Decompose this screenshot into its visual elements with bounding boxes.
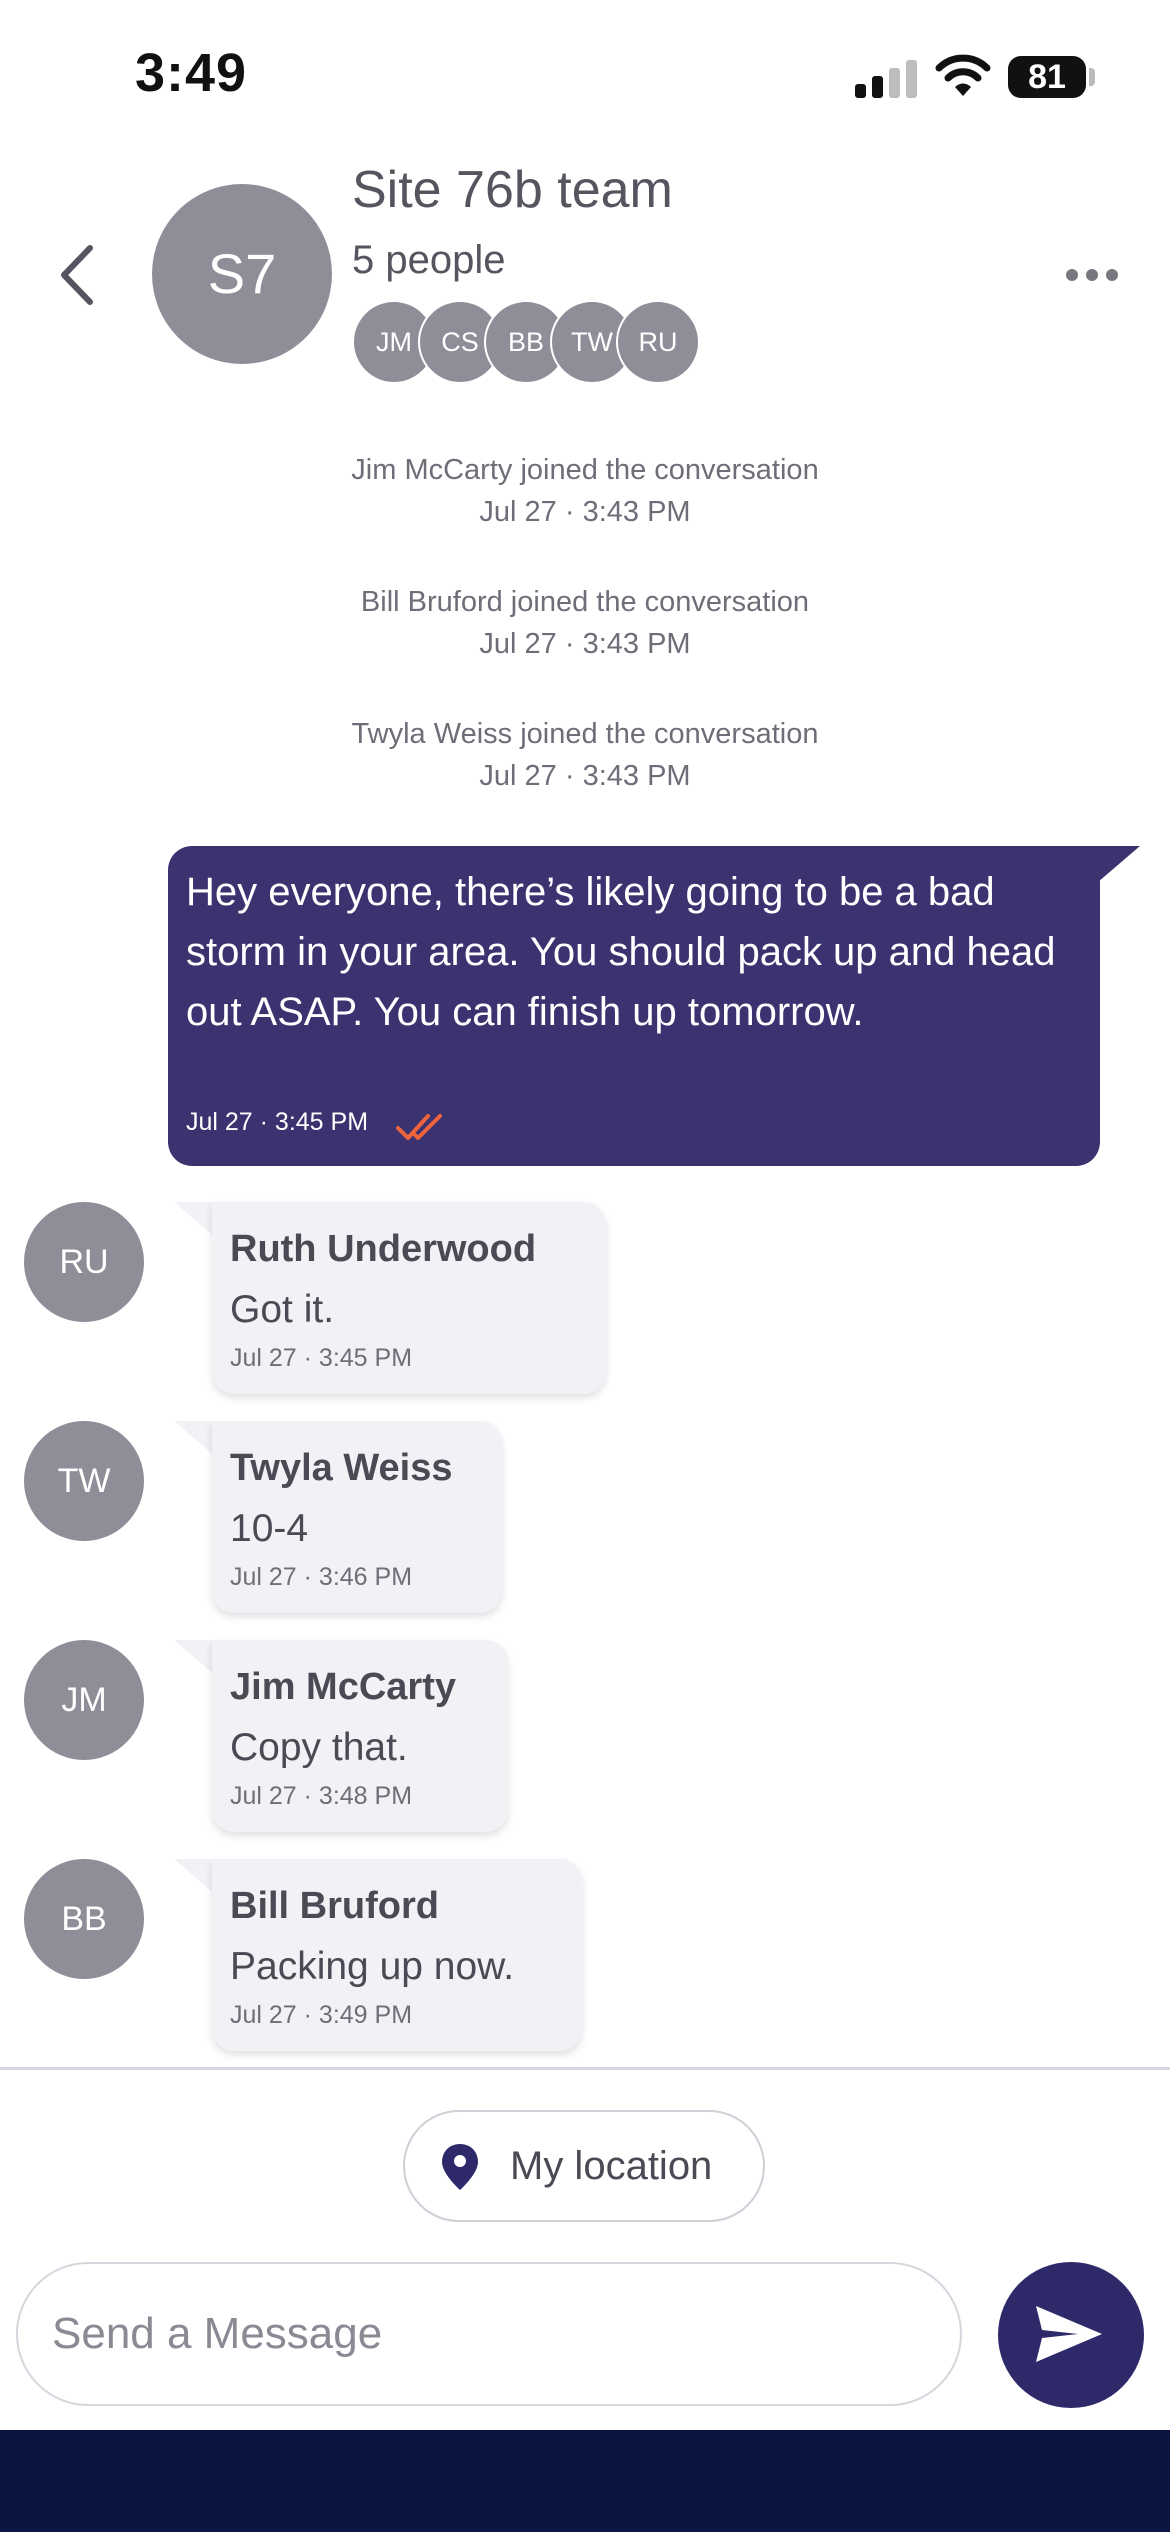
- message-text: Packing up now.: [230, 1945, 515, 1988]
- sender-avatar[interactable]: RU: [24, 1202, 144, 1322]
- send-icon: [1036, 2306, 1102, 2362]
- system-event: Twyla Weiss joined the conversation Jul …: [0, 713, 1170, 797]
- event-text: Twyla Weiss joined the conversation: [351, 718, 819, 750]
- location-button-label: My location: [510, 2144, 713, 2188]
- bubble-tail: [174, 1640, 216, 1676]
- status-bar: 3:49 81: [0, 0, 1170, 150]
- back-chevron-icon[interactable]: [52, 240, 102, 310]
- sender-name: Ruth Underwood: [230, 1228, 537, 1270]
- member-avatar[interactable]: RU: [616, 300, 700, 384]
- bubble-tail: [174, 1421, 216, 1457]
- wifi-icon: [935, 54, 991, 96]
- bottom-bar: [0, 2430, 1170, 2532]
- message-time: Jul 27 · 3:48 PM: [230, 1782, 413, 1810]
- message-text: Copy that.: [230, 1726, 408, 1769]
- outgoing-message-text: Hey everyone, there’s likely going to be…: [186, 870, 1056, 1034]
- system-event: Jim McCarty joined the conversation Jul …: [0, 449, 1170, 533]
- sender-name: Bill Bruford: [230, 1885, 439, 1927]
- event-time: Jul 27 · 3:43 PM: [479, 628, 691, 660]
- event-time: Jul 27 · 3:43 PM: [479, 496, 691, 528]
- message-text: 10-4: [230, 1507, 309, 1550]
- system-event: Bill Bruford joined the conversation Jul…: [0, 581, 1170, 665]
- signal-icon: [855, 58, 917, 98]
- sender-avatar[interactable]: JM: [24, 1640, 144, 1760]
- bubble-tail: [174, 1202, 216, 1238]
- double-check-icon: [396, 1114, 442, 1140]
- sender-avatar[interactable]: TW: [24, 1421, 144, 1541]
- sender-name: Jim McCarty: [230, 1666, 456, 1708]
- bubble-tail: [1098, 846, 1140, 882]
- location-pin-icon: [442, 2144, 478, 2190]
- message-time: Jul 27 · 3:46 PM: [230, 1563, 413, 1591]
- battery-nub: [1089, 68, 1095, 86]
- bubble-tail: [174, 1859, 216, 1895]
- outgoing-message-time: Jul 27 · 3:45 PM: [186, 1108, 369, 1136]
- status-time: 3:49: [135, 43, 248, 103]
- more-dots-icon[interactable]: [1062, 255, 1122, 295]
- composer-divider: [0, 2067, 1170, 2070]
- event-time: Jul 27 · 3:43 PM: [479, 760, 691, 792]
- group-avatar[interactable]: S7: [152, 184, 332, 364]
- message-input[interactable]: [16, 2262, 962, 2406]
- message-time: Jul 27 · 3:45 PM: [230, 1344, 413, 1372]
- sender-name: Twyla Weiss: [230, 1447, 453, 1489]
- sender-avatar[interactable]: BB: [24, 1859, 144, 1979]
- member-count: 5 people: [352, 238, 506, 282]
- conversation-title: Site 76b team: [352, 161, 673, 219]
- message-text: Got it.: [230, 1288, 335, 1331]
- event-text: Bill Bruford joined the conversation: [360, 586, 810, 618]
- message-time: Jul 27 · 3:49 PM: [230, 2001, 413, 2029]
- battery-icon: 81: [1008, 56, 1086, 98]
- event-text: Jim McCarty joined the conversation: [351, 454, 819, 486]
